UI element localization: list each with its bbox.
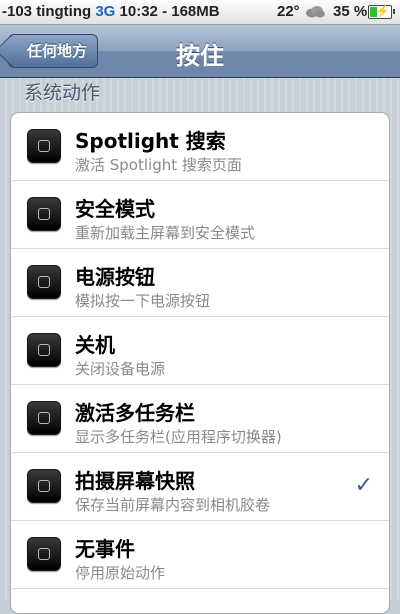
list-item-spotlight[interactable]: Spotlight 搜索 激活 Spotlight 搜索页面 xyxy=(11,113,389,181)
item-subtitle: 模拟按一下电源按钮 xyxy=(75,292,211,310)
item-subtitle: 停用原始动作 xyxy=(75,564,166,582)
item-title: Spotlight 搜索 xyxy=(75,129,226,153)
cloud-icon xyxy=(306,6,325,18)
status-left: -103 tingting 3G 10:32 - 168MB xyxy=(2,3,220,20)
home-button-icon xyxy=(27,537,61,571)
network-label: 3G xyxy=(95,3,116,20)
separator-label: - xyxy=(162,3,168,20)
carrier-label: -103 tingting xyxy=(2,3,92,20)
list-item-safe-mode[interactable]: 安全模式 重新加载主屏幕到安全模式 xyxy=(11,181,389,249)
home-button-icon xyxy=(27,197,61,231)
item-title: 拍摄屏幕快照 xyxy=(75,469,195,493)
list-item-multitask[interactable]: 激活多任务栏 显示多任务栏(应用程序切换器) xyxy=(11,385,389,453)
item-subtitle: 激活 Spotlight 搜索页面 xyxy=(75,156,242,174)
checkmark-icon: ✓ xyxy=(354,473,373,498)
item-subtitle: 显示多任务栏(应用程序切换器) xyxy=(75,428,282,446)
clock-label: 10:32 xyxy=(119,3,158,20)
temperature-label: 22° xyxy=(277,3,300,20)
home-button-icon xyxy=(27,469,61,503)
charging-bolt-icon: ⚡ xyxy=(375,4,390,18)
item-title: 激活多任务栏 xyxy=(75,401,195,425)
home-button-icon xyxy=(27,129,61,163)
home-button-icon xyxy=(27,401,61,435)
home-button-icon xyxy=(27,265,61,299)
memory-label: 168MB xyxy=(171,3,220,20)
list-item-power-off[interactable]: 关机 关闭设备电源 xyxy=(11,317,389,385)
home-button-icon xyxy=(27,333,61,367)
battery-icon: ⚡ xyxy=(368,4,395,19)
item-title: 安全模式 xyxy=(75,197,155,221)
list-item-power-button[interactable]: 电源按钮 模拟按一下电源按钮 xyxy=(11,249,389,317)
section-header: 系统动作 xyxy=(24,82,101,104)
status-bar: -103 tingting 3G 10:32 - 168MB 22° 35 % … xyxy=(0,0,400,25)
item-title: 电源按钮 xyxy=(75,265,155,289)
actions-list: Spotlight 搜索 激活 Spotlight 搜索页面 安全模式 重新加载… xyxy=(10,112,390,614)
battery-percent-label: 35 % xyxy=(333,3,368,20)
list-item-no-event[interactable]: 无事件 停用原始动作 xyxy=(11,521,389,589)
item-subtitle: 关闭设备电源 xyxy=(75,360,166,378)
item-subtitle: 保存当前屏幕内容到相机胶卷 xyxy=(75,496,271,514)
item-title: 无事件 xyxy=(75,537,135,561)
navigation-bar: 任何地方 按住 xyxy=(0,25,400,78)
item-subtitle: 重新加载主屏幕到安全模式 xyxy=(75,224,256,242)
item-title: 关机 xyxy=(75,333,115,357)
list-item-screenshot[interactable]: 拍摄屏幕快照 保存当前屏幕内容到相机胶卷 ✓ xyxy=(11,453,389,521)
page-title: 按住 xyxy=(176,42,224,70)
